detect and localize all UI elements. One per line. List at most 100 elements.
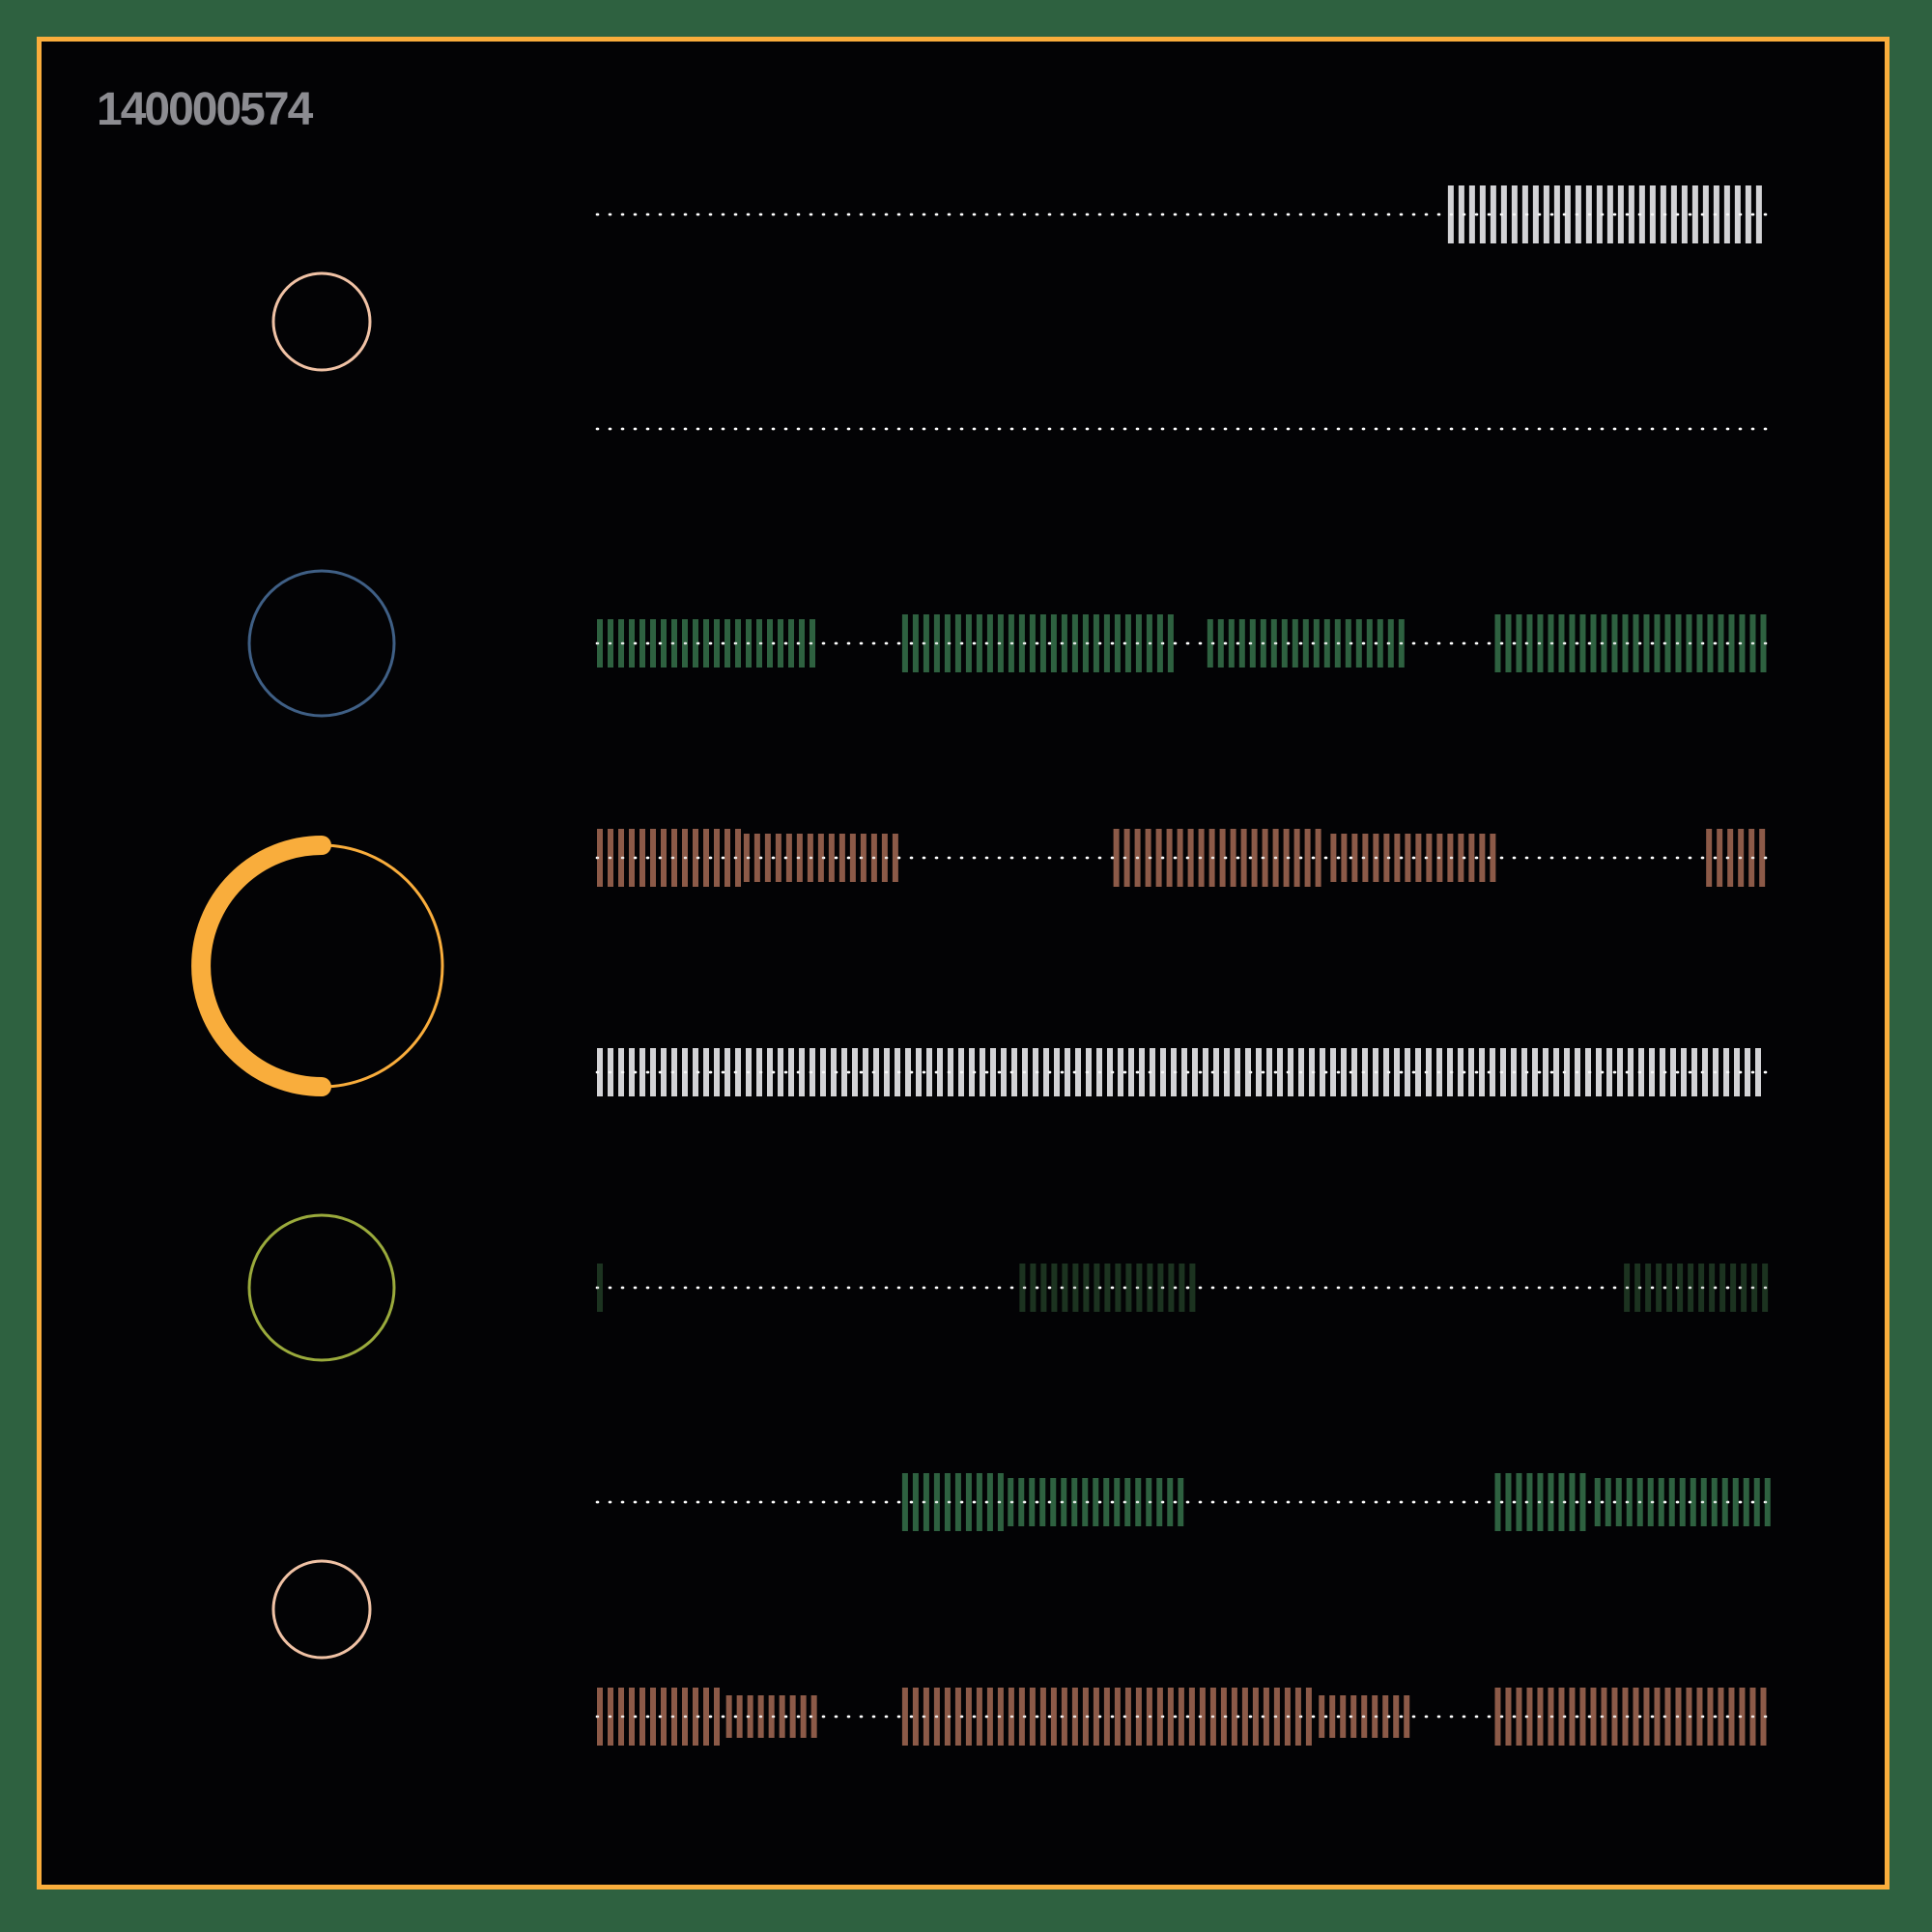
track-bar	[1103, 1688, 1110, 1746]
circle-indicator-1	[271, 271, 372, 372]
track-bar	[1030, 1264, 1037, 1312]
track-bar	[1167, 1688, 1174, 1746]
track-bar	[1707, 1688, 1714, 1746]
track-bar	[778, 1048, 783, 1096]
track-bar	[1251, 829, 1258, 887]
track-segment	[1594, 1478, 1771, 1526]
track-bar	[1707, 614, 1714, 672]
track-bar	[1643, 1688, 1650, 1746]
track-bar	[1505, 1473, 1512, 1531]
track-bar	[1341, 834, 1348, 882]
track-segment	[1113, 829, 1321, 887]
track-bar	[714, 829, 720, 887]
track-bar	[1330, 1048, 1336, 1096]
track-bar	[1292, 619, 1298, 668]
track-bar	[1479, 834, 1486, 882]
track-bar	[828, 834, 835, 882]
track-bar	[912, 1473, 919, 1531]
track-bar	[1654, 1688, 1661, 1746]
track-bar	[1579, 1473, 1586, 1531]
track-bar	[1532, 1048, 1538, 1096]
track-bar	[1179, 1264, 1185, 1312]
track-bar	[1505, 614, 1512, 672]
track-bar	[1039, 614, 1046, 672]
track-bar	[1114, 1688, 1121, 1746]
track-bar	[1377, 619, 1383, 668]
track-bar	[1277, 1048, 1283, 1096]
track-bar	[788, 619, 794, 668]
track-bar	[1177, 829, 1183, 887]
track-bar	[1155, 829, 1162, 887]
track-bar	[1217, 619, 1224, 668]
track-bar	[1305, 1688, 1312, 1746]
track-bar	[965, 1688, 972, 1746]
activity-visualization	[191, 185, 1773, 1746]
track-bar	[1115, 1264, 1122, 1312]
track-bar	[1691, 185, 1698, 243]
track-bar	[1051, 1264, 1058, 1312]
track-bar	[990, 1048, 996, 1096]
track-bar	[1745, 1048, 1750, 1096]
track-bar	[1643, 614, 1650, 672]
track-segment	[1008, 1478, 1184, 1526]
track-bar	[764, 834, 771, 882]
track-bar	[1553, 1048, 1559, 1096]
track-bar	[1615, 1478, 1622, 1526]
activity-track-4	[595, 829, 1773, 887]
activity-track-1	[595, 185, 1773, 243]
activity-track-8	[595, 1688, 1773, 1746]
track-bar	[1241, 1688, 1248, 1746]
track-bar	[1656, 1264, 1662, 1312]
track-bar	[1468, 1048, 1474, 1096]
track-bar	[1543, 185, 1549, 243]
track-bar	[849, 834, 856, 882]
track-bar	[1040, 1264, 1047, 1312]
track-bar	[650, 1048, 656, 1096]
track-bar	[1304, 829, 1311, 887]
track-bar	[1114, 614, 1121, 672]
track-bar	[724, 829, 730, 887]
activity-track-3	[595, 614, 1773, 672]
track-bar	[1590, 614, 1597, 672]
track-bar	[1668, 1478, 1675, 1526]
circle-indicator-2	[247, 569, 396, 718]
track-segment	[1494, 614, 1767, 672]
track-bar	[1050, 1688, 1057, 1746]
track-bar	[1516, 1688, 1522, 1746]
track-bar	[1691, 1048, 1697, 1096]
track-bar	[703, 1688, 709, 1746]
track-bar	[1755, 1048, 1761, 1096]
track-bar	[1569, 1688, 1576, 1746]
track-bar	[1590, 1688, 1597, 1746]
track-bar	[1341, 1048, 1347, 1096]
track-bar	[1605, 1478, 1611, 1526]
track-bar	[1405, 834, 1411, 882]
track-bar	[778, 619, 783, 668]
track-bar	[1681, 1048, 1687, 1096]
track-bar	[1252, 1688, 1259, 1746]
track-bar	[1543, 1048, 1548, 1096]
track-segment	[597, 619, 815, 668]
track-bar	[1553, 185, 1560, 243]
track-segment	[1624, 1264, 1769, 1312]
track-bar	[1315, 829, 1321, 887]
track-bar	[1719, 1264, 1726, 1312]
track-bar	[724, 619, 730, 668]
track-bar	[1167, 614, 1174, 672]
circle-indicator-5	[271, 1559, 372, 1660]
track-segment	[1019, 1264, 1196, 1312]
track-bar	[1728, 1688, 1735, 1746]
track-bar	[1468, 185, 1475, 243]
track-bar	[976, 614, 982, 672]
track-bar	[1029, 1688, 1036, 1746]
track-bar	[1188, 1688, 1195, 1746]
track-bar	[1238, 619, 1245, 668]
track-bar	[1718, 614, 1724, 672]
track-bar	[1494, 614, 1501, 672]
track-bar	[901, 1473, 908, 1531]
track-bar	[1293, 829, 1300, 887]
track-segment	[725, 1695, 817, 1738]
track-bar	[703, 829, 709, 887]
track-bar	[841, 1048, 847, 1096]
track-bar	[1745, 185, 1751, 243]
